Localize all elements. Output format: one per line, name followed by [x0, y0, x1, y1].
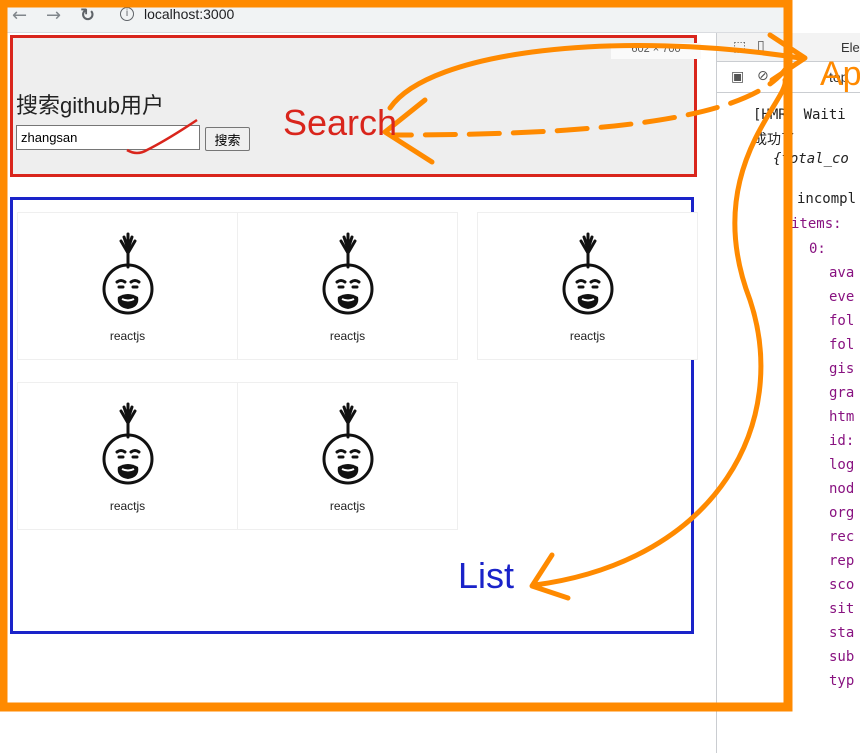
console-line: incompl [797, 191, 857, 207]
console-line: nod [829, 481, 855, 497]
user-login: reactjs [569, 329, 606, 343]
console-line: sta [829, 625, 855, 641]
console-line: id: [829, 433, 855, 449]
console-line: gra [829, 385, 855, 401]
avatar [102, 232, 154, 315]
console-line: typ [829, 673, 855, 689]
browser-toolbar: ← → ↻ i localhost:3000 [0, 0, 785, 33]
page-viewport: 602 × 700 搜索github用户 搜索 reactjs [0, 33, 714, 753]
search-button[interactable]: 搜索 [205, 127, 250, 151]
devtools-toolbar: ⬚ ▯ Ele [717, 33, 860, 62]
console-line: eve [829, 289, 855, 305]
avatar [322, 402, 374, 485]
console-line: sub [829, 649, 855, 665]
inspect-icon[interactable]: ⬚ [733, 39, 746, 55]
search-panel: 602 × 700 搜索github用户 搜索 [10, 35, 701, 177]
reload-icon[interactable]: ↻ [80, 5, 95, 26]
user-card[interactable]: reactjs [237, 382, 458, 530]
console-line: 成功了 [753, 132, 795, 148]
avatar [322, 232, 374, 315]
console-line: fol [829, 313, 855, 329]
sidebar-toggle-icon[interactable]: ▣ [731, 69, 744, 85]
console-line: htm [829, 409, 855, 425]
console-toolbar: ▣ ⊘ top [717, 62, 860, 93]
console-line: ava [829, 265, 855, 281]
console-line: log [829, 457, 855, 473]
device-icon[interactable]: ▯ [757, 38, 765, 54]
console-line: rec [829, 529, 855, 545]
console-line: org [829, 505, 855, 521]
user-card[interactable]: reactjs [477, 212, 698, 360]
console-line: gis [829, 361, 855, 377]
console-line[interactable]: {total_co [773, 151, 849, 167]
tab-elements[interactable]: Ele [841, 40, 860, 55]
user-card[interactable]: reactjs [237, 212, 458, 360]
address-bar[interactable]: localhost:3000 [144, 6, 234, 22]
user-login: reactjs [329, 499, 366, 513]
console-line: fol [829, 337, 855, 353]
search-input[interactable] [16, 125, 200, 150]
context-selector[interactable]: top [829, 69, 848, 85]
clear-console-icon[interactable]: ⊘ [757, 68, 769, 84]
console-line: [HMR] Waiti [753, 107, 846, 123]
avatar [102, 402, 154, 485]
avatar [562, 232, 614, 315]
viewport-size-badge: 602 × 700 [611, 43, 701, 59]
devtools-panel: ⬚ ▯ Ele ▣ ⊘ top [HMR] Waiti 成功了 {total_c… [716, 33, 860, 753]
user-card[interactable]: reactjs [17, 212, 238, 360]
info-icon[interactable]: i [120, 7, 134, 21]
console-line[interactable]: 0: [809, 241, 826, 257]
user-login: reactjs [329, 329, 366, 343]
user-list: reactjs reactjs reactjs reactjs reactjs [10, 197, 698, 634]
console-line[interactable]: items: [791, 216, 842, 232]
console-line: sco [829, 577, 855, 593]
user-login: reactjs [109, 329, 146, 343]
user-card[interactable]: reactjs [17, 382, 238, 530]
search-title: 搜索github用户 [16, 93, 164, 118]
back-icon[interactable]: ← [12, 5, 27, 26]
console-line: rep [829, 553, 855, 569]
console-line: sit [829, 601, 855, 617]
user-login: reactjs [109, 499, 146, 513]
forward-icon[interactable]: → [46, 5, 61, 26]
